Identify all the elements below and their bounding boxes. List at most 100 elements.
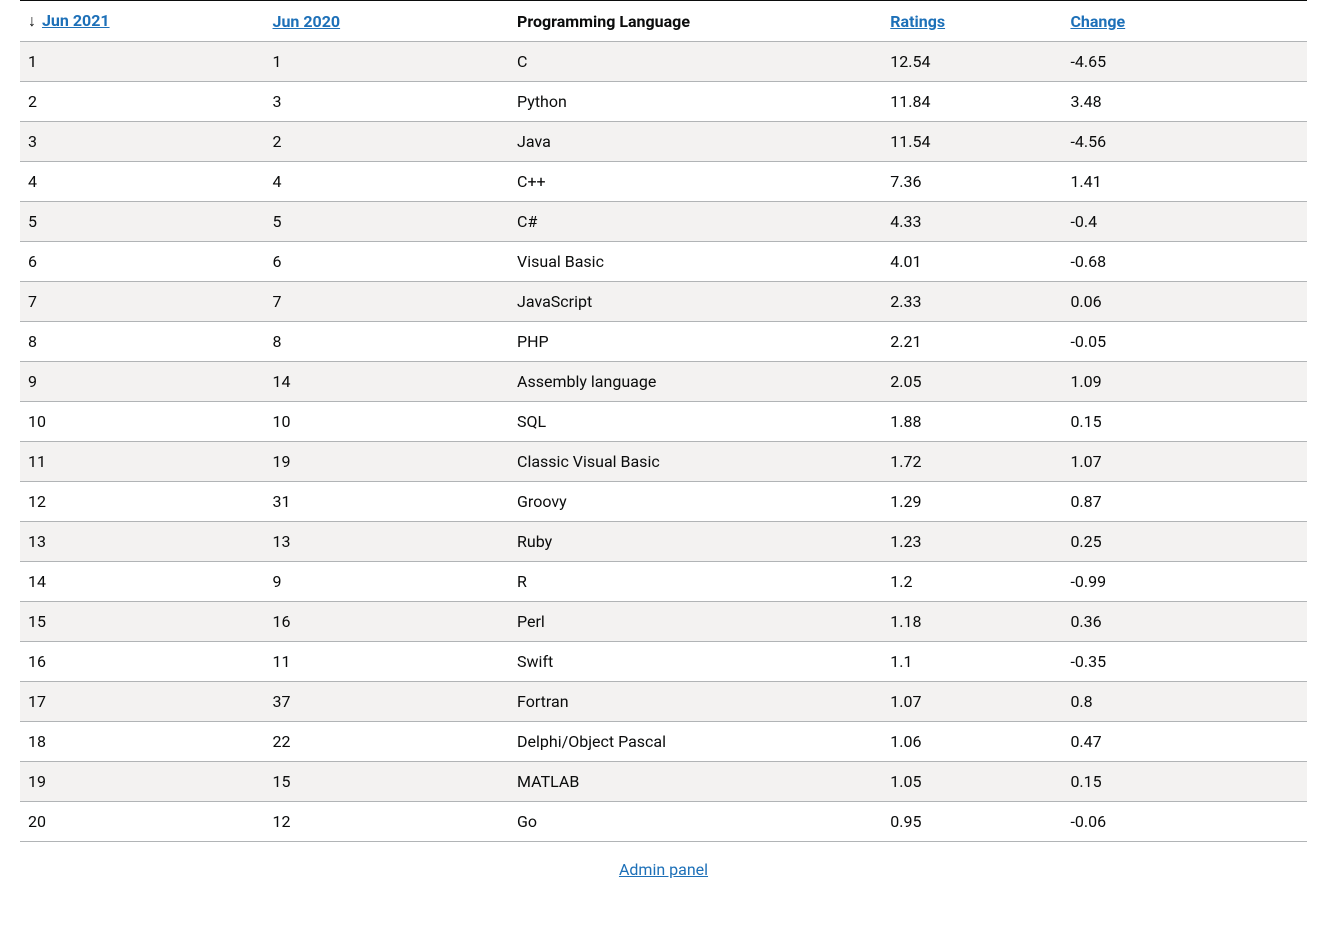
table-row: 914Assembly language2.051.09 (20, 362, 1307, 402)
cell-jun2020: 37 (265, 682, 510, 722)
cell-ratings: 1.72 (882, 442, 1062, 482)
cell-change: -0.68 (1062, 242, 1307, 282)
cell-language: Python (509, 82, 882, 122)
cell-ratings: 1.23 (882, 522, 1062, 562)
cell-jun2021: 2 (20, 82, 265, 122)
cell-ratings: 1.06 (882, 722, 1062, 762)
header-language: Programming Language (509, 1, 882, 42)
cell-change: -0.35 (1062, 642, 1307, 682)
cell-language: PHP (509, 322, 882, 362)
table-row: 44C++7.361.41 (20, 162, 1307, 202)
programming-languages-table: ↓ Jun 2021 Jun 2020 Programming Language… (20, 0, 1307, 842)
table-row: 149R1.2-0.99 (20, 562, 1307, 602)
cell-language: Delphi/Object Pascal (509, 722, 882, 762)
cell-change: 0.8 (1062, 682, 1307, 722)
header-change[interactable]: Change (1062, 1, 1307, 42)
cell-jun2021: 6 (20, 242, 265, 282)
cell-change: -4.56 (1062, 122, 1307, 162)
table-row: 11C12.54-4.65 (20, 42, 1307, 82)
cell-ratings: 1.1 (882, 642, 1062, 682)
cell-ratings: 2.05 (882, 362, 1062, 402)
cell-jun2021: 13 (20, 522, 265, 562)
table-row: 32Java11.54-4.56 (20, 122, 1307, 162)
table-row: 77JavaScript2.330.06 (20, 282, 1307, 322)
cell-ratings: 1.18 (882, 602, 1062, 642)
cell-language: Groovy (509, 482, 882, 522)
cell-language: Perl (509, 602, 882, 642)
cell-language: SQL (509, 402, 882, 442)
cell-change: -0.06 (1062, 802, 1307, 842)
cell-language: Swift (509, 642, 882, 682)
cell-ratings: 1.29 (882, 482, 1062, 522)
cell-language: Go (509, 802, 882, 842)
cell-jun2020: 14 (265, 362, 510, 402)
cell-jun2021: 5 (20, 202, 265, 242)
cell-ratings: 2.33 (882, 282, 1062, 322)
cell-ratings: 1.07 (882, 682, 1062, 722)
cell-change: 0.87 (1062, 482, 1307, 522)
cell-change: -0.05 (1062, 322, 1307, 362)
cell-jun2021: 12 (20, 482, 265, 522)
cell-ratings: 7.36 (882, 162, 1062, 202)
cell-jun2021: 8 (20, 322, 265, 362)
cell-change: -0.99 (1062, 562, 1307, 602)
cell-jun2020: 2 (265, 122, 510, 162)
cell-jun2021: 20 (20, 802, 265, 842)
table-row: 1313Ruby1.230.25 (20, 522, 1307, 562)
cell-ratings: 0.95 (882, 802, 1062, 842)
header-link-jun2020[interactable]: Jun 2020 (273, 12, 341, 31)
table-row: 1822Delphi/Object Pascal1.060.47 (20, 722, 1307, 762)
cell-jun2020: 5 (265, 202, 510, 242)
table-body: 11C12.54-4.6523Python11.843.4832Java11.5… (20, 42, 1307, 842)
header-link-ratings[interactable]: Ratings (890, 12, 945, 31)
cell-language: Assembly language (509, 362, 882, 402)
cell-jun2020: 1 (265, 42, 510, 82)
cell-jun2021: 14 (20, 562, 265, 602)
cell-jun2021: 17 (20, 682, 265, 722)
cell-language: C# (509, 202, 882, 242)
cell-change: 0.06 (1062, 282, 1307, 322)
table-row: 88PHP2.21-0.05 (20, 322, 1307, 362)
cell-language: Ruby (509, 522, 882, 562)
cell-language: R (509, 562, 882, 602)
cell-language: Java (509, 122, 882, 162)
cell-ratings: 4.33 (882, 202, 1062, 242)
cell-language: C++ (509, 162, 882, 202)
cell-ratings: 4.01 (882, 242, 1062, 282)
cell-ratings: 1.2 (882, 562, 1062, 602)
cell-jun2021: 3 (20, 122, 265, 162)
cell-change: 0.36 (1062, 602, 1307, 642)
cell-change: -4.65 (1062, 42, 1307, 82)
cell-change: 1.09 (1062, 362, 1307, 402)
header-ratings[interactable]: Ratings (882, 1, 1062, 42)
table-row: 1010SQL1.880.15 (20, 402, 1307, 442)
sort-descending-icon: ↓ (28, 11, 36, 30)
table-row: 1119Classic Visual Basic1.721.07 (20, 442, 1307, 482)
cell-jun2021: 9 (20, 362, 265, 402)
cell-jun2021: 18 (20, 722, 265, 762)
cell-ratings: 11.54 (882, 122, 1062, 162)
header-link-jun2021[interactable]: Jun 2021 (42, 11, 110, 30)
admin-panel-link[interactable]: Admin panel (619, 860, 708, 879)
cell-ratings: 1.05 (882, 762, 1062, 802)
header-jun2020[interactable]: Jun 2020 (265, 1, 510, 42)
cell-jun2020: 11 (265, 642, 510, 682)
cell-change: 0.15 (1062, 402, 1307, 442)
cell-jun2020: 16 (265, 602, 510, 642)
cell-jun2021: 10 (20, 402, 265, 442)
cell-ratings: 2.21 (882, 322, 1062, 362)
header-link-change[interactable]: Change (1070, 12, 1125, 31)
cell-jun2021: 15 (20, 602, 265, 642)
cell-jun2020: 7 (265, 282, 510, 322)
header-jun2021[interactable]: ↓ Jun 2021 (20, 1, 265, 42)
cell-jun2020: 15 (265, 762, 510, 802)
table-row: 1737Fortran1.070.8 (20, 682, 1307, 722)
cell-ratings: 11.84 (882, 82, 1062, 122)
cell-change: 0.15 (1062, 762, 1307, 802)
cell-jun2020: 31 (265, 482, 510, 522)
cell-jun2021: 4 (20, 162, 265, 202)
cell-jun2020: 6 (265, 242, 510, 282)
cell-jun2020: 12 (265, 802, 510, 842)
cell-language: MATLAB (509, 762, 882, 802)
cell-change: 0.25 (1062, 522, 1307, 562)
